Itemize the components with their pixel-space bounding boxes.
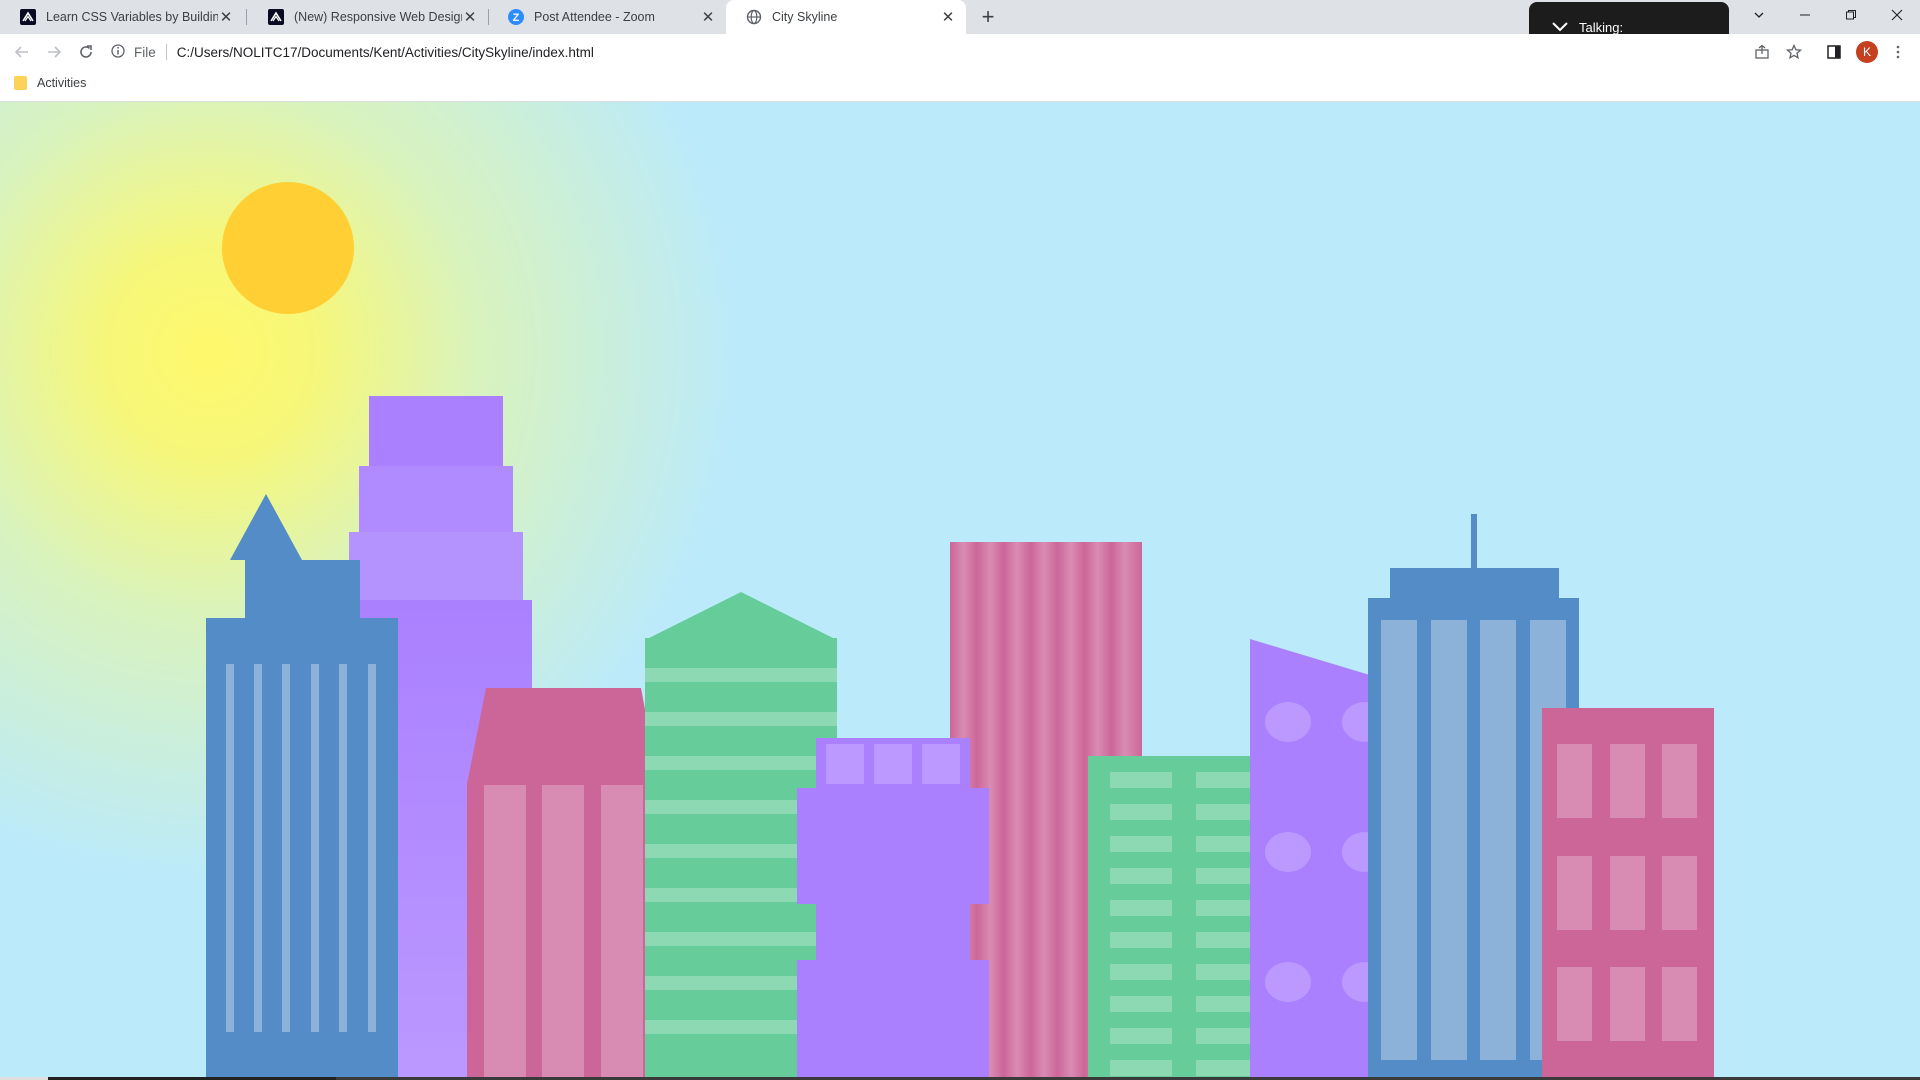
- bookmark-activities[interactable]: Activities: [14, 76, 86, 90]
- minimize-icon[interactable]: [1782, 0, 1828, 30]
- close-tab-icon[interactable]: ✕: [462, 9, 478, 26]
- close-tab-icon[interactable]: ✕: [700, 9, 716, 26]
- freecodecamp-icon: [20, 9, 36, 25]
- close-window-icon[interactable]: [1874, 0, 1920, 30]
- tab-separator: [246, 9, 247, 25]
- restore-icon[interactable]: [1828, 0, 1874, 30]
- share-icon[interactable]: [1748, 38, 1776, 66]
- close-tab-icon[interactable]: ✕: [940, 9, 956, 26]
- back-icon[interactable]: [8, 38, 36, 66]
- omnibox-divider: [165, 44, 167, 60]
- pink-windows-building: [1542, 708, 1714, 1080]
- bookmark-label: Activities: [37, 76, 87, 90]
- tab-title: Post Attendee - Zoom: [534, 10, 655, 24]
- folder-icon: [14, 76, 27, 90]
- pink-trapezoid-building: [467, 688, 659, 1080]
- svg-text:Z: Z: [513, 12, 520, 24]
- bookmark-star-icon[interactable]: [1780, 38, 1808, 66]
- tab-learn-css-variables[interactable]: Learn CSS Variables by Building a ✕: [0, 0, 244, 34]
- tab-title: Learn CSS Variables by Building a: [46, 10, 218, 24]
- tab-title: City Skyline: [772, 10, 838, 24]
- globe-icon: [746, 9, 762, 25]
- address-scheme-label: File: [134, 44, 156, 60]
- tab-zoom-post-attendee[interactable]: Z Post Attendee - Zoom ✕: [488, 0, 726, 34]
- tab-responsive-web-design[interactable]: (New) Responsive Web Design Ce ✕: [248, 0, 488, 34]
- tab-title: (New) Responsive Web Design Ce: [294, 10, 462, 24]
- url-text[interactable]: C:/Users/NOLITC17/Documents/Kent/Activit…: [177, 45, 594, 60]
- profile-avatar[interactable]: K: [1856, 41, 1878, 63]
- zoom-icon: Z: [508, 9, 524, 25]
- skyline-svg: [206, 396, 1714, 1080]
- freecodecamp-icon: [268, 9, 284, 25]
- side-panel-icon[interactable]: [1820, 38, 1848, 66]
- menu-kebab-icon[interactable]: [1884, 38, 1912, 66]
- reload-icon[interactable]: [72, 38, 100, 66]
- tab-city-skyline[interactable]: City Skyline ✕: [726, 0, 966, 34]
- close-tab-icon[interactable]: ✕: [218, 9, 234, 26]
- chevron-down-icon[interactable]: [1551, 20, 1569, 35]
- new-tab-button[interactable]: +: [976, 4, 1000, 29]
- purple-block-building: [797, 738, 989, 1080]
- address-bar[interactable]: File C:/Users/NOLITC17/Documents/Kent/Ac…: [110, 38, 1760, 66]
- tab-search-icon[interactable]: [1736, 0, 1782, 30]
- site-info-icon[interactable]: [110, 43, 126, 62]
- forward-icon[interactable]: [40, 38, 68, 66]
- bookmarks-bar: Activities: [0, 70, 1920, 102]
- talking-label: Talking:: [1579, 19, 1624, 35]
- browser-toolbar: File C:/Users/NOLITC17/Documents/Kent/Ac…: [0, 34, 1920, 70]
- page-viewport: [0, 102, 1920, 1080]
